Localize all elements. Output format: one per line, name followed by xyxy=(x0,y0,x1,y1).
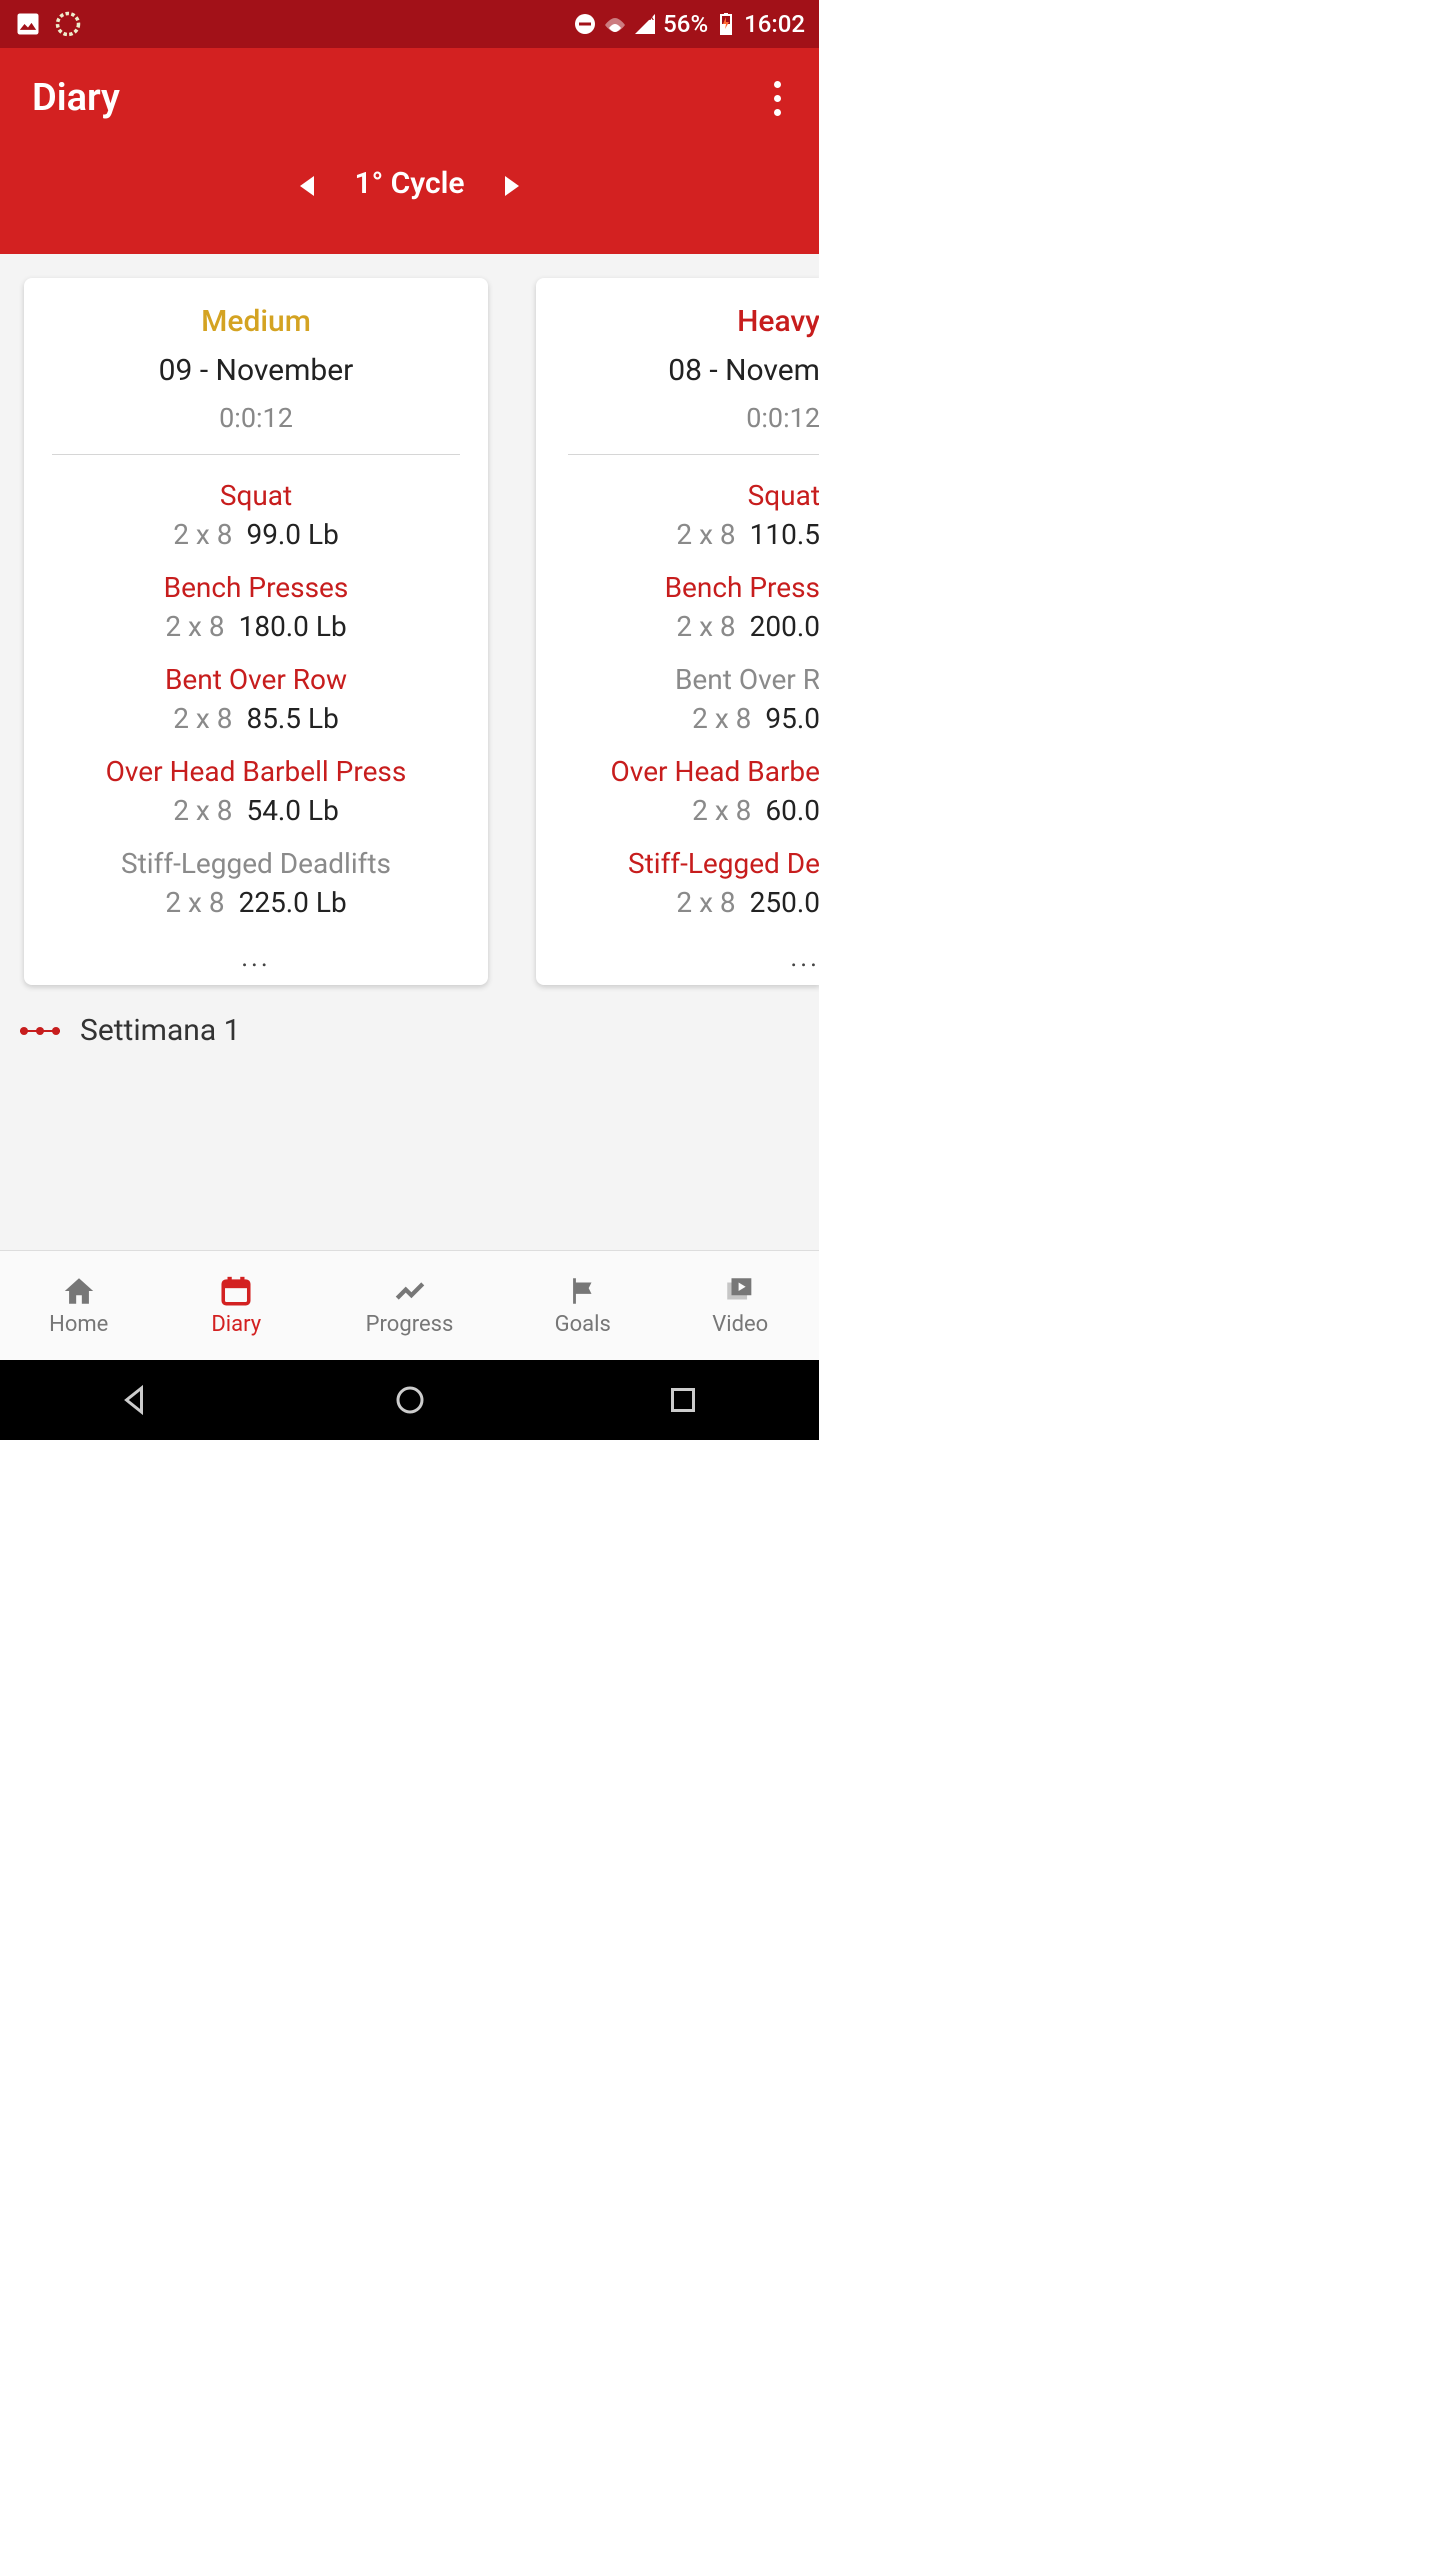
exercise-sets: 2 x 8 xyxy=(676,518,735,551)
exercise-row: Squat 2 x 8 110.5 xyxy=(556,479,819,551)
nav-label: Progress xyxy=(366,1312,454,1337)
recents-button[interactable] xyxy=(665,1382,701,1418)
exercise-weight: 99.0 Lb xyxy=(246,518,338,551)
exercise-weight: 110.5 xyxy=(750,518,819,551)
exercise-name: Over Head Barbell Press xyxy=(52,755,460,788)
battery-percent: 56% xyxy=(663,10,708,38)
exercise-weight: 225.0 Lb xyxy=(239,886,347,919)
exercise-row: Bench Press 2 x 8 200.0 xyxy=(556,571,819,643)
nav-diary[interactable]: Diary xyxy=(158,1251,316,1360)
dnd-icon xyxy=(573,12,597,36)
exercise-name: Bench Presses xyxy=(52,571,460,604)
exercise-row: Squat 2 x 8 99.0 Lb xyxy=(52,479,460,551)
home-button[interactable] xyxy=(392,1382,428,1418)
exercise-sets: 2 x 8 xyxy=(173,518,232,551)
exercise-sets: 2 x 8 xyxy=(173,702,232,735)
nav-goals[interactable]: Goals xyxy=(504,1251,662,1360)
exercise-sets: 2 x 8 xyxy=(165,610,224,643)
nav-label: Home xyxy=(49,1312,108,1337)
week-selector[interactable]: Settimana 1 xyxy=(0,1009,819,1052)
more-exercises-icon[interactable]: ... xyxy=(52,939,460,973)
exercise-weight: 180.0 Lb xyxy=(239,610,347,643)
workout-timer: 0:0:12 xyxy=(568,402,819,455)
exercise-row: Bench Presses 2 x 8 180.0 Lb xyxy=(52,571,460,643)
app-bar: Diary 1° Cycle xyxy=(0,48,819,254)
exercise-sets: 2 x 8 xyxy=(173,794,232,827)
clock: 16:02 xyxy=(744,10,805,38)
workout-card-heavy[interactable]: Heavy 08 - Novem 0:0:12 Squat 2 x 8 110.5… xyxy=(536,278,819,985)
exercise-weight: 250.0 xyxy=(750,886,819,919)
page-title: Diary xyxy=(32,76,120,120)
main-content: Medium 09 - November 0:0:12 Squat 2 x 8 9… xyxy=(0,254,819,1250)
exercise-row: Over Head Barbe 2 x 8 60.0 xyxy=(556,755,819,827)
exercise-weight: 60.0 xyxy=(765,794,819,827)
progress-icon xyxy=(393,1274,427,1308)
signal-icon: x xyxy=(633,12,657,36)
prev-cycle-button[interactable] xyxy=(300,176,314,196)
calendar-icon xyxy=(219,1274,253,1308)
exercise-weight: 200.0 xyxy=(750,610,819,643)
nav-progress[interactable]: Progress xyxy=(315,1251,504,1360)
workout-date: 08 - Novem xyxy=(556,353,819,388)
exercise-name: Over Head Barbe xyxy=(556,755,819,788)
sync-notification-icon xyxy=(54,10,82,38)
more-exercises-icon[interactable]: ... xyxy=(556,939,819,973)
exercise-weight: 54.0 Lb xyxy=(246,794,338,827)
status-left xyxy=(14,10,82,38)
workout-cards[interactable]: Medium 09 - November 0:0:12 Squat 2 x 8 9… xyxy=(0,254,819,1009)
nav-label: Diary xyxy=(211,1312,261,1337)
overflow-menu-button[interactable] xyxy=(763,78,791,118)
nav-video[interactable]: Video xyxy=(662,1251,820,1360)
exercise-name: Stiff-Legged Deadlifts xyxy=(52,847,460,880)
exercise-row: Bent Over R 2 x 8 95.0 xyxy=(556,663,819,735)
cycle-label: 1° Cycle xyxy=(354,166,464,201)
home-icon xyxy=(62,1274,96,1308)
video-icon xyxy=(723,1274,757,1308)
flag-icon xyxy=(566,1274,600,1308)
nav-label: Goals xyxy=(555,1312,611,1337)
intensity-label: Medium xyxy=(52,304,460,339)
exercise-sets: 2 x 8 xyxy=(165,886,224,919)
exercise-sets: 2 x 8 xyxy=(692,794,751,827)
nav-home[interactable]: Home xyxy=(0,1251,158,1360)
week-label: Settimana 1 xyxy=(80,1013,240,1048)
status-bar: x 56% 16:02 xyxy=(0,0,819,48)
exercise-name: Squat xyxy=(52,479,460,512)
status-right: x 56% 16:02 xyxy=(573,10,805,38)
back-button[interactable] xyxy=(119,1382,155,1418)
workout-timer: 0:0:12 xyxy=(52,402,460,455)
exercise-name: Bent Over R xyxy=(556,663,819,696)
svg-text:x: x xyxy=(649,12,654,23)
battery-icon xyxy=(714,12,738,36)
exercise-row: Stiff-Legged De 2 x 8 250.0 xyxy=(556,847,819,919)
cycle-selector: 1° Cycle xyxy=(0,148,819,254)
wifi-icon xyxy=(603,12,627,36)
exercise-sets: 2 x 8 xyxy=(676,610,735,643)
photo-notification-icon xyxy=(14,10,42,38)
exercise-name: Squat xyxy=(556,479,819,512)
exercise-weight: 85.5 Lb xyxy=(246,702,338,735)
exercise-row: Stiff-Legged Deadlifts 2 x 8 225.0 Lb xyxy=(52,847,460,919)
exercise-sets: 2 x 8 xyxy=(676,886,735,919)
exercise-name: Bench Press xyxy=(556,571,819,604)
exercise-weight: 95.0 xyxy=(765,702,819,735)
workout-card-medium[interactable]: Medium 09 - November 0:0:12 Squat 2 x 8 9… xyxy=(24,278,488,985)
next-cycle-button[interactable] xyxy=(505,176,519,196)
exercise-row: Bent Over Row 2 x 8 85.5 Lb xyxy=(52,663,460,735)
nav-label: Video xyxy=(712,1312,768,1337)
exercise-name: Stiff-Legged De xyxy=(556,847,819,880)
page-indicator-icon xyxy=(20,1026,60,1036)
exercise-row: Over Head Barbell Press 2 x 8 54.0 Lb xyxy=(52,755,460,827)
exercise-name: Bent Over Row xyxy=(52,663,460,696)
bottom-nav: Home Diary Progress Goals Video xyxy=(0,1250,819,1360)
exercise-sets: 2 x 8 xyxy=(692,702,751,735)
android-nav-bar xyxy=(0,1360,819,1440)
workout-date: 09 - November xyxy=(52,353,460,388)
intensity-label: Heavy xyxy=(556,304,819,339)
